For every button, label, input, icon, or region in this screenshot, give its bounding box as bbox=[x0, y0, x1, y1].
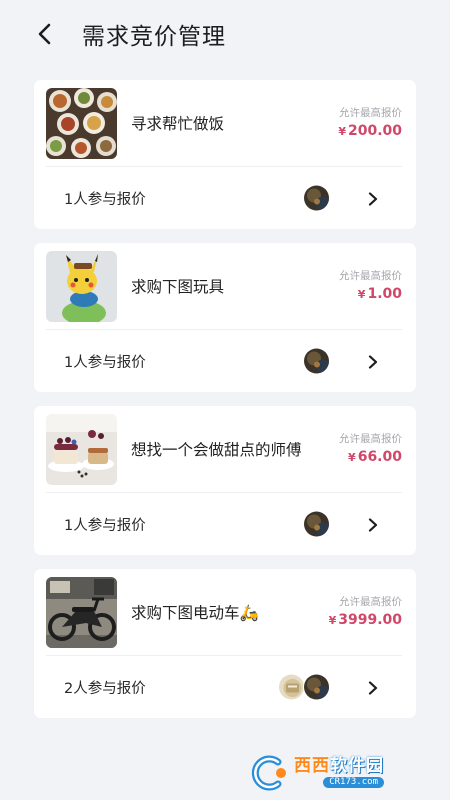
price-caption: 允许最高报价 bbox=[339, 270, 402, 282]
avatar bbox=[303, 347, 330, 375]
watermark-title-a: 西西 bbox=[294, 756, 330, 776]
max-price: ¥200.00 bbox=[338, 121, 402, 142]
demand-card[interactable]: 寻求帮忙做饭 允许最高报价 ¥200.00 1人参与报价 bbox=[34, 80, 416, 229]
max-price: ¥3999.00 bbox=[329, 610, 402, 631]
chevron-right-icon[interactable] bbox=[366, 191, 380, 206]
avatar bbox=[278, 673, 305, 701]
price-box: 允许最高报价 ¥200.00 bbox=[338, 106, 402, 142]
watermark-domain: CR173.com bbox=[323, 777, 384, 788]
food-dishes-thumbnail bbox=[46, 87, 117, 159]
watermark: 西西软件园 CR173.com bbox=[248, 754, 428, 792]
bidders-row[interactable]: 1人参与报价 bbox=[34, 493, 416, 555]
page-title: 需求竞价管理 bbox=[82, 24, 226, 50]
demand-title: 想找一个会做甜点的师傅 bbox=[131, 441, 302, 459]
price-caption: 允许最高报价 bbox=[339, 107, 402, 119]
chevron-right-icon[interactable] bbox=[366, 517, 380, 532]
bidder-avatars bbox=[303, 347, 330, 375]
dessert-thumbnail bbox=[46, 413, 117, 485]
watermark-title: 西西软件园 bbox=[294, 758, 384, 775]
electric-bike-thumbnail bbox=[46, 576, 117, 648]
bidder-avatars bbox=[303, 184, 330, 212]
avatar bbox=[303, 184, 330, 212]
avatar bbox=[303, 673, 330, 701]
bidders-row[interactable]: 1人参与报价 bbox=[34, 167, 416, 229]
watermark-title-b: 软件园 bbox=[330, 756, 384, 776]
demand-title: 求购下图玩具 bbox=[131, 278, 225, 296]
price-amount: 66.00 bbox=[357, 449, 402, 465]
watermark-text: 西西软件园 CR173.com bbox=[294, 758, 384, 788]
currency-symbol: ¥ bbox=[338, 125, 346, 138]
price-amount: 1.00 bbox=[367, 286, 402, 302]
bidder-count: 1人参与报价 bbox=[64, 191, 146, 208]
currency-symbol: ¥ bbox=[348, 451, 356, 464]
header-bar: 需求竞价管理 bbox=[0, 0, 450, 68]
demand-summary[interactable]: 求购下图玩具 允许最高报价 ¥1.00 bbox=[34, 243, 416, 329]
price-amount: 3999.00 bbox=[338, 612, 402, 628]
price-caption: 允许最高报价 bbox=[339, 596, 402, 608]
demand-card[interactable]: 求购下图电动车🛵 允许最高报价 ¥3999.00 2人参与报价 bbox=[34, 569, 416, 718]
max-price: ¥1.00 bbox=[339, 284, 402, 305]
demand-summary[interactable]: 求购下图电动车🛵 允许最高报价 ¥3999.00 bbox=[34, 569, 416, 655]
demand-card[interactable]: 想找一个会做甜点的师傅 允许最高报价 ¥66.00 1人参与报价 bbox=[34, 406, 416, 555]
price-box: 允许最高报价 ¥1.00 bbox=[339, 269, 402, 305]
watermark-logo-icon bbox=[248, 754, 290, 792]
bidder-avatars bbox=[278, 673, 330, 701]
currency-symbol: ¥ bbox=[357, 288, 366, 301]
bidder-count: 1人参与报价 bbox=[64, 517, 146, 534]
chevron-right-icon[interactable] bbox=[366, 680, 380, 695]
bidder-avatars bbox=[303, 510, 330, 538]
bidder-count: 1人参与报价 bbox=[64, 354, 146, 371]
price-amount: 200.00 bbox=[347, 123, 402, 139]
demand-card[interactable]: 求购下图玩具 允许最高报价 ¥1.00 1人参与报价 bbox=[34, 243, 416, 392]
max-price: ¥66.00 bbox=[339, 447, 402, 468]
demand-list: 寻求帮忙做饭 允许最高报价 ¥200.00 1人参与报价 求购下图玩具 允许最高… bbox=[0, 68, 450, 718]
currency-symbol: ¥ bbox=[328, 614, 337, 627]
demand-title: 求购下图电动车🛵 bbox=[131, 604, 259, 622]
demand-summary[interactable]: 想找一个会做甜点的师傅 允许最高报价 ¥66.00 bbox=[34, 406, 416, 492]
chevron-right-icon[interactable] bbox=[366, 354, 380, 369]
price-box: 允许最高报价 ¥3999.00 bbox=[329, 595, 402, 631]
bidders-row[interactable]: 1人参与报价 bbox=[34, 330, 416, 392]
demand-title: 寻求帮忙做饭 bbox=[131, 115, 225, 133]
chevron-left-icon[interactable] bbox=[34, 23, 56, 45]
bidders-row[interactable]: 2人参与报价 bbox=[34, 656, 416, 718]
price-caption: 允许最高报价 bbox=[339, 433, 402, 445]
price-box: 允许最高报价 ¥66.00 bbox=[339, 432, 402, 468]
toy-figure-thumbnail bbox=[46, 250, 117, 322]
avatar bbox=[303, 510, 330, 538]
bidder-count: 2人参与报价 bbox=[64, 680, 146, 697]
demand-summary[interactable]: 寻求帮忙做饭 允许最高报价 ¥200.00 bbox=[34, 80, 416, 166]
